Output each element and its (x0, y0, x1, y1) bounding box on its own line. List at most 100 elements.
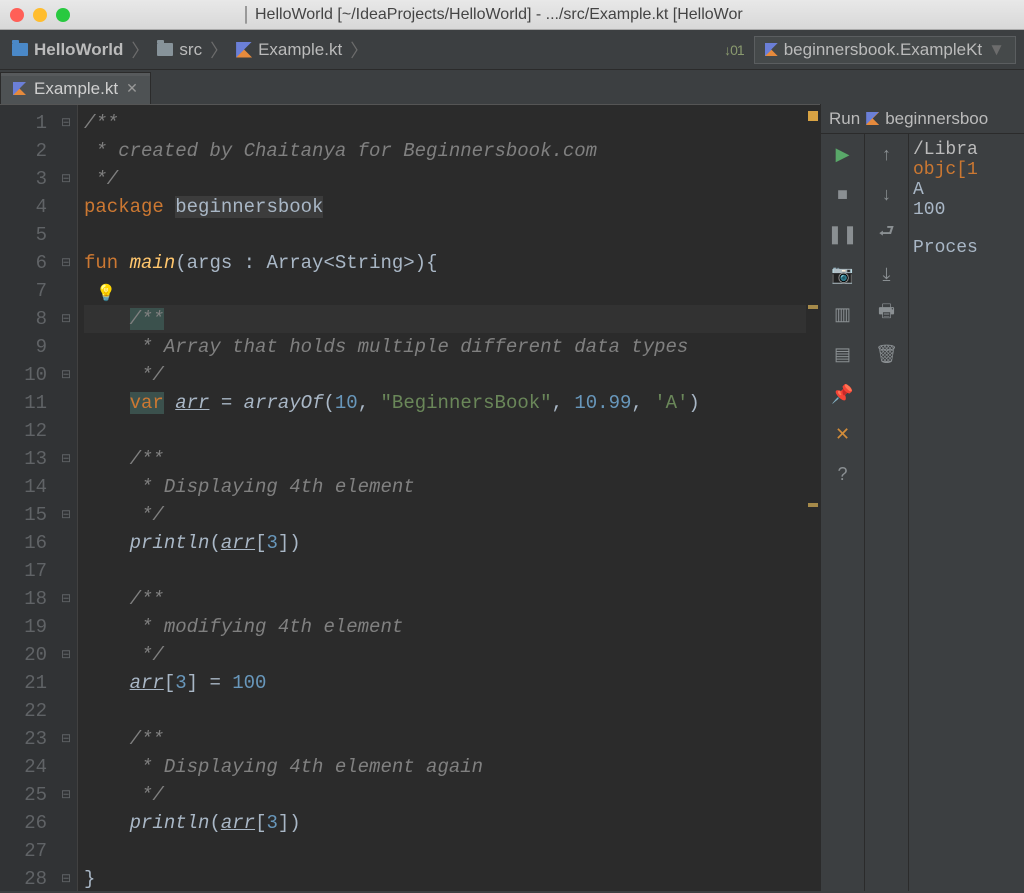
down-stack-button[interactable]: ↓ (875, 182, 899, 206)
gutter-line[interactable]: 13⊟ (0, 445, 77, 473)
gutter-line[interactable]: 12 (0, 417, 77, 445)
code-line[interactable]: * Displaying 4th element again (84, 753, 806, 781)
code-line[interactable]: } (84, 865, 806, 893)
gutter-line[interactable]: 28⊟ (0, 865, 77, 893)
console-output[interactable]: /Libra objc[1 A 100 Proces (909, 134, 1024, 891)
gutter-line[interactable]: 22 (0, 697, 77, 725)
editor-gutter[interactable]: 1⊟ 23⊟ 456⊟78⊟910⊟111213⊟1415⊟161718⊟1920⊟… (0, 105, 78, 891)
code-line[interactable]: * Displaying 4th element (84, 473, 806, 501)
dump-threads-button[interactable]: 📷 (831, 262, 855, 286)
editor-tab-example[interactable]: Example.kt ✕ (0, 72, 151, 104)
layout-button[interactable]: ▥ (831, 302, 855, 326)
soft-wrap-button[interactable]: ⮐ (875, 222, 899, 246)
code-line[interactable]: println(arr[3]) (84, 809, 806, 837)
code-line[interactable] (84, 417, 806, 445)
breadcrumb-src[interactable]: src (153, 38, 206, 62)
gutter-line[interactable]: 24 (0, 753, 77, 781)
code-line[interactable]: println(arr[3]) (84, 529, 806, 557)
code-line[interactable]: */ (84, 781, 806, 809)
breadcrumb-file[interactable]: Example.kt (232, 38, 346, 62)
gutter-line[interactable]: 21 (0, 669, 77, 697)
print-button[interactable]: 🖶 (875, 302, 899, 326)
gutter-line[interactable]: 15⊟ (0, 501, 77, 529)
fold-icon[interactable]: ⊟ (61, 865, 71, 893)
gutter-line[interactable]: 14 (0, 473, 77, 501)
gutter-line[interactable]: 23⊟ (0, 725, 77, 753)
editor-content[interactable]: /** * created by Chaitanya for Beginners… (78, 105, 806, 891)
code-line[interactable]: /** (84, 725, 806, 753)
code-line[interactable]: package beginnersbook (84, 193, 806, 221)
breadcrumb-project[interactable]: HelloWorld (8, 38, 127, 62)
run-configuration-selector[interactable]: beginnersbook.ExampleKt ▼ (754, 36, 1016, 64)
code-line[interactable]: * modifying 4th element (84, 613, 806, 641)
gutter-line[interactable]: 9 (0, 333, 77, 361)
gutter-line[interactable]: 17 (0, 557, 77, 585)
code-line[interactable]: /** (84, 305, 806, 333)
code-line[interactable]: arr[3] = 100 (84, 669, 806, 697)
gutter-line[interactable]: 18⊟ (0, 585, 77, 613)
run-panel-header[interactable]: Run beginnersboo (821, 104, 1024, 134)
gutter-line[interactable]: 5 (0, 221, 77, 249)
fold-icon[interactable]: ⊟ (61, 781, 71, 809)
fold-icon[interactable]: ⊟ (61, 305, 71, 333)
code-line[interactable] (84, 277, 806, 305)
editor-error-stripe[interactable] (806, 105, 820, 891)
gutter-line[interactable]: 20⊟ (0, 641, 77, 669)
restore-layout-button[interactable]: ▤ (831, 342, 855, 366)
fold-icon[interactable]: ⊟ (61, 501, 71, 529)
fold-icon[interactable]: ⊟ (61, 641, 71, 669)
fold-icon[interactable]: ⊟ (61, 445, 71, 473)
warning-mark[interactable] (808, 503, 818, 507)
code-line[interactable]: * Array that holds multiple different da… (84, 333, 806, 361)
clear-all-button[interactable]: 🗑 (875, 342, 899, 366)
autoscroll-icon[interactable]: ↓01 (724, 42, 744, 58)
fold-icon[interactable]: ⊟ (61, 249, 71, 277)
close-window-button[interactable] (10, 8, 24, 22)
gutter-line[interactable]: 4 (0, 193, 77, 221)
code-line[interactable] (84, 697, 806, 725)
gutter-line[interactable]: 16 (0, 529, 77, 557)
warning-mark[interactable] (808, 305, 818, 309)
gutter-line[interactable]: 11 (0, 389, 77, 417)
code-line[interactable]: var arr = arrayOf(10, "BeginnersBook", 1… (84, 389, 806, 417)
code-line[interactable]: */ (84, 501, 806, 529)
gutter-line[interactable]: 8⊟ (0, 305, 77, 333)
gutter-line[interactable]: 27 (0, 837, 77, 865)
fold-icon[interactable]: ⊟ (61, 165, 71, 193)
gutter-line[interactable]: 2 (0, 137, 77, 165)
gutter-line[interactable]: 6⊟ (0, 249, 77, 277)
rerun-button[interactable]: ▶ (831, 142, 855, 166)
zoom-window-button[interactable] (56, 8, 70, 22)
fold-icon[interactable]: ⊟ (61, 725, 71, 753)
code-line[interactable]: /** (84, 585, 806, 613)
gutter-line[interactable]: 26 (0, 809, 77, 837)
intention-bulb-icon[interactable]: 💡 (96, 283, 116, 303)
gutter-line[interactable]: 19 (0, 613, 77, 641)
code-line[interactable] (84, 221, 806, 249)
code-line[interactable]: */ (84, 641, 806, 669)
close-button[interactable]: ✕ (831, 422, 855, 446)
code-line[interactable]: */ (84, 165, 806, 193)
gutter-line[interactable]: 1⊟ (0, 109, 77, 137)
code-line[interactable]: */ (84, 361, 806, 389)
close-tab-icon[interactable]: ✕ (126, 80, 138, 97)
code-line[interactable]: /** (84, 445, 806, 473)
gutter-line[interactable]: 10⊟ (0, 361, 77, 389)
pin-button[interactable]: 📌 (831, 382, 855, 406)
code-editor[interactable]: 💡 1⊟23⊟456⊟78⊟910⊟111213⊟1415⊟161718⊟192… (0, 104, 820, 891)
gutter-line[interactable]: 7 (0, 277, 77, 305)
code-line[interactable]: * created by Chaitanya for Beginnersbook… (84, 137, 806, 165)
help-button[interactable]: ? (831, 462, 855, 486)
code-line[interactable]: fun main(args : Array<String>){ (84, 249, 806, 277)
pause-button[interactable]: ❚❚ (831, 222, 855, 246)
gutter-line[interactable]: 25⊟ (0, 781, 77, 809)
fold-icon[interactable]: ⊟ (61, 585, 71, 613)
code-line[interactable]: /** (84, 109, 806, 137)
fold-icon[interactable]: ⊟ (61, 361, 71, 389)
up-stack-button[interactable]: ↑ (875, 142, 899, 166)
fold-icon[interactable]: ⊟ (61, 109, 71, 137)
scroll-to-end-button[interactable]: ⤓ (875, 262, 899, 286)
analysis-status-icon[interactable] (808, 111, 818, 121)
minimize-window-button[interactable] (33, 8, 47, 22)
stop-button[interactable]: ■ (831, 182, 855, 206)
